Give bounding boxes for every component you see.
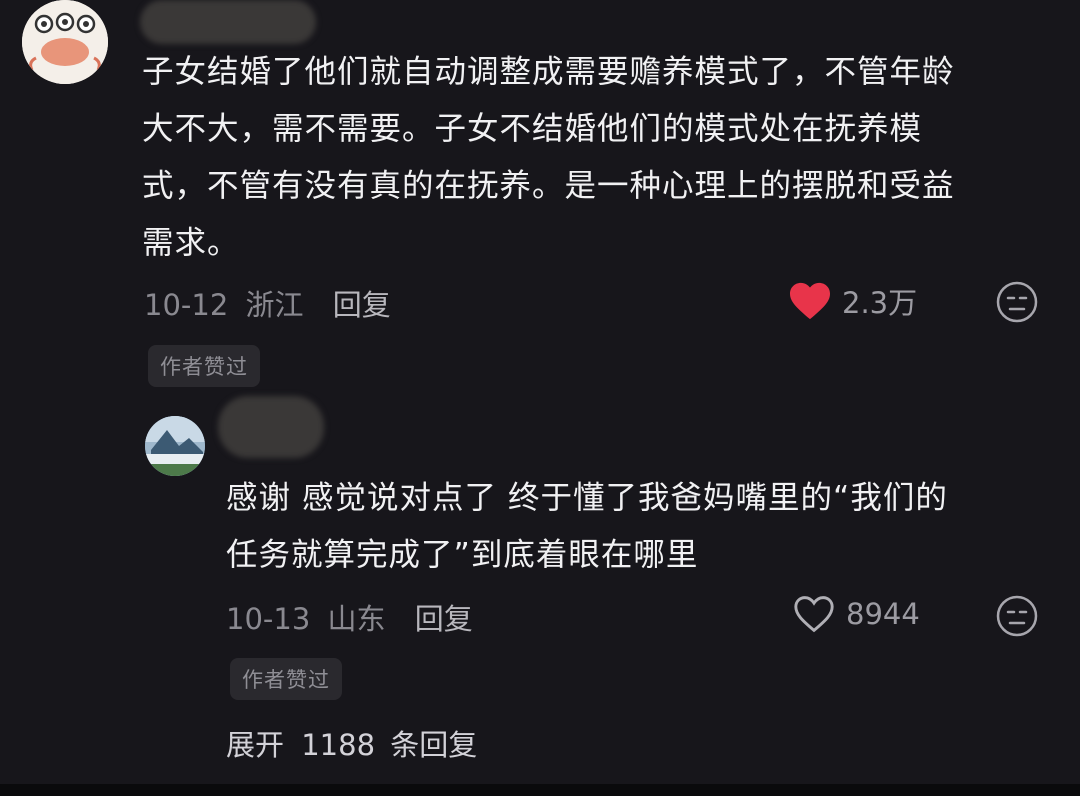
replier-username-redacted [218, 396, 324, 458]
expand-replies-button[interactable]: 展开 1188 条回复 [226, 722, 477, 764]
face-emoji-icon [996, 595, 1038, 637]
reply-date: 10-13 [226, 602, 311, 636]
commenter-avatar[interactable] [22, 0, 108, 84]
heart-filled-icon [790, 282, 830, 320]
bottom-edge [0, 784, 1080, 796]
crab-avatar-icon [22, 0, 108, 84]
author-liked-badge: 作者赞过 [148, 345, 260, 387]
commenter-username-redacted [140, 0, 316, 44]
reply-body: 感谢 感觉说对点了 终于懂了我爸妈嘴里的“我们的 任务就算完成了”到底着眼在哪里 [226, 480, 948, 573]
reply-location: 山东 [327, 602, 386, 636]
comment-body: 子女结婚了他们就自动调整成需要赡养模式了，不管年龄 大不大，需不需要。子女不结婚… [142, 54, 955, 261]
comment-date: 10-12 [144, 288, 229, 322]
comment-reply-button[interactable]: 回复 [333, 288, 391, 322]
comment-like-button[interactable]: 2.3万 [788, 280, 917, 322]
comment-emoji-button[interactable] [995, 280, 1039, 324]
landscape-avatar-icon [145, 416, 205, 476]
comment-like-count: 2.3万 [842, 286, 918, 320]
reply-meta: 10-13 山东 回复 [226, 596, 473, 638]
expand-suffix: 条回复 [390, 728, 478, 762]
reply-emoji-button[interactable] [995, 594, 1039, 638]
expand-prefix: 展开 [226, 728, 285, 762]
face-emoji-icon [996, 281, 1038, 323]
replier-avatar[interactable] [145, 416, 205, 476]
reply-author-liked-badge: 作者赞过 [230, 658, 342, 700]
comment-meta: 10-12 浙江 回复 [144, 282, 391, 324]
comment-thread: 子女结婚了他们就自动调整成需要赡养模式了，不管年龄 大不大，需不需要。子女不结婚… [0, 0, 1080, 796]
comment-location: 浙江 [245, 288, 304, 322]
reply-like-button[interactable]: 8944 [792, 594, 920, 634]
heart-outline-icon [794, 596, 834, 633]
reply-reply-button[interactable]: 回复 [415, 602, 473, 636]
expand-count: 1188 [301, 728, 376, 762]
reply-like-count: 8944 [846, 597, 920, 631]
